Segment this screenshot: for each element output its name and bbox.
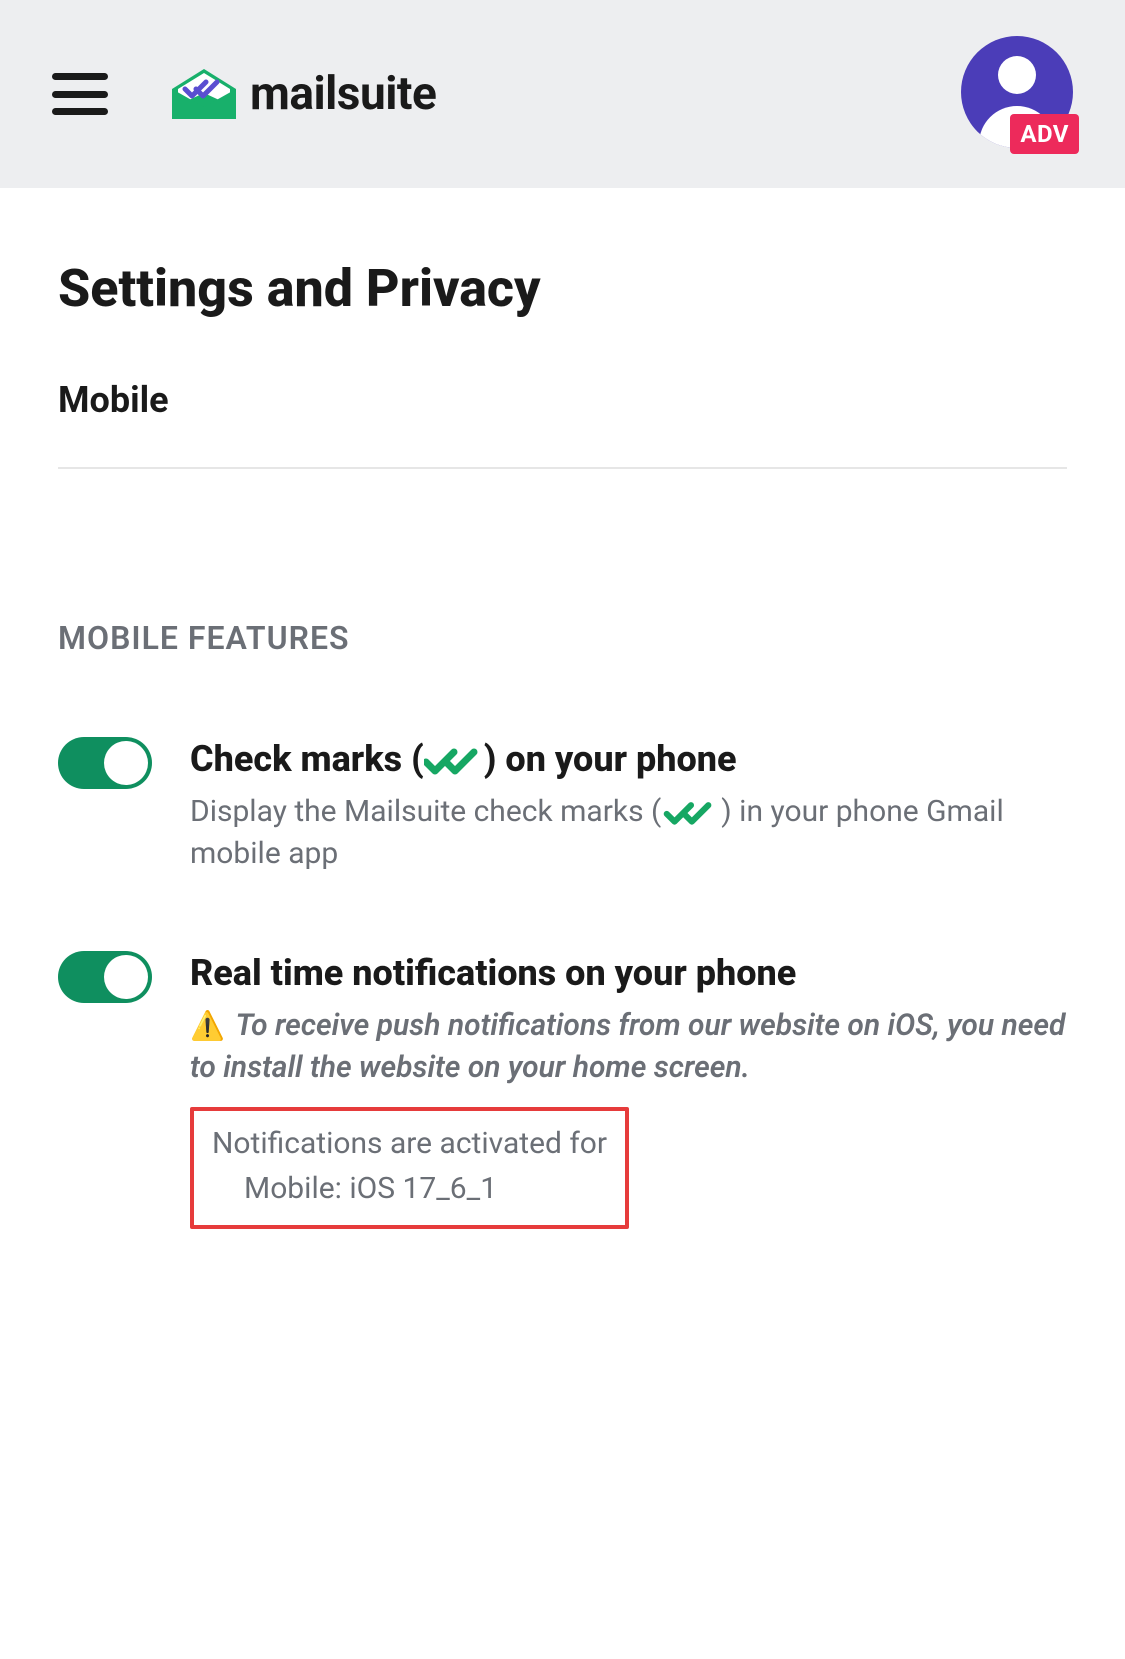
setting-notifications-title: Real time notifications on your phone (190, 947, 1067, 999)
double-check-icon (661, 800, 721, 826)
user-avatar[interactable]: ADV (961, 36, 1073, 148)
page-subtitle: Mobile (58, 379, 1067, 421)
setting-checkmarks: Check marks () on your phone Display the… (58, 733, 1067, 875)
mailsuite-envelope-icon (168, 65, 240, 123)
divider (58, 467, 1067, 469)
notifications-activated-box: Notifications are activated for Mobile: … (190, 1107, 629, 1229)
setting-notifications: Real time notifications on your phone ⚠️… (58, 947, 1067, 1229)
brand-logo[interactable]: mailsuite (168, 65, 436, 123)
toggle-checkmarks[interactable] (58, 737, 152, 789)
brand-name: mailsuite (250, 67, 436, 121)
notifications-activated-label: Notifications are activated for (212, 1121, 607, 1166)
page-title: Settings and Privacy (58, 258, 1067, 319)
setting-notifications-desc: ⚠️ To receive push notifications from ou… (190, 1005, 1067, 1089)
setting-checkmarks-title: Check marks () on your phone (190, 733, 1067, 785)
warning-icon: ⚠️ (190, 1009, 225, 1042)
plan-badge: ADV (1010, 114, 1079, 154)
setting-checkmarks-desc: Display the Mailsuite check marks () in … (190, 791, 1067, 875)
toggle-notifications[interactable] (58, 951, 152, 1003)
notifications-activated-device: Mobile: iOS 17_6_1 (244, 1166, 607, 1211)
menu-hamburger-icon[interactable] (52, 73, 108, 115)
double-check-icon (424, 746, 484, 776)
section-heading: MOBILE FEATURES (58, 619, 1067, 657)
main-content: Settings and Privacy Mobile MOBILE FEATU… (0, 188, 1125, 1229)
app-header: mailsuite ADV (0, 0, 1125, 188)
